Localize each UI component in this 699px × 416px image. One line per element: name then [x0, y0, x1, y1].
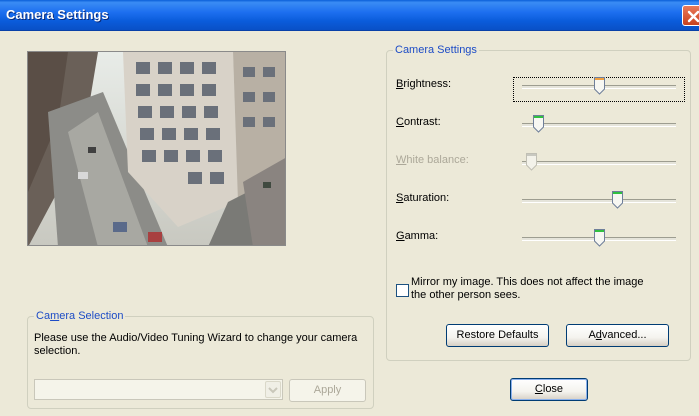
camera-preview-picture — [28, 52, 285, 245]
mirror-image-label[interactable]: Mirror my image. This does not affect th… — [411, 276, 644, 302]
white-balance-slider-thumb — [526, 153, 538, 171]
saturation-slider-track[interactable] — [522, 199, 676, 203]
brightness-slider-thumb[interactable] — [593, 77, 605, 95]
camera-selection-group-label: Camera Selection — [34, 310, 126, 322]
gamma-label: Gamma: — [396, 230, 439, 242]
restore-defaults-button[interactable]: Restore Defaults — [446, 324, 549, 347]
gamma-slider-thumb[interactable] — [593, 229, 605, 247]
camera-preview-image — [27, 51, 286, 246]
brightness-label: Brightness: — [396, 78, 452, 90]
mirror-image-checkbox[interactable] — [396, 284, 409, 297]
window-title: Camera Settings — [6, 7, 109, 22]
close-window-button[interactable] — [682, 5, 699, 26]
title-bar[interactable]: Camera Settings — [0, 0, 699, 31]
close-button[interactable]: Close — [510, 378, 588, 401]
contrast-label: Contrast: — [396, 116, 441, 128]
camera-settings-dialog: Camera Settings Camera Settings Brightne… — [0, 0, 699, 416]
advanced-button[interactable]: Advanced... — [566, 324, 669, 347]
close-icon — [687, 10, 699, 23]
mirror-line-1: Mirror my image. This does not affect th… — [411, 276, 644, 288]
saturation-label: Saturation: — [396, 192, 450, 204]
camera-settings-group-label: Camera Settings — [393, 44, 479, 56]
camera-selection-instruction: Please use the Audio/Video Tuning Wizard… — [34, 332, 358, 357]
white-balance-slider-track[interactable] — [522, 161, 676, 165]
camera-select-dropdown[interactable] — [34, 379, 283, 400]
mirror-line-2: the other person sees. — [411, 289, 521, 301]
white-balance-label: White balance: — [396, 154, 469, 166]
chevron-down-icon — [268, 387, 278, 394]
apply-button[interactable]: Apply — [289, 379, 366, 402]
contrast-slider-track[interactable] — [522, 123, 676, 127]
contrast-slider-thumb[interactable] — [533, 115, 545, 133]
dropdown-arrow-button[interactable] — [265, 381, 281, 398]
saturation-slider-thumb[interactable] — [612, 191, 624, 209]
